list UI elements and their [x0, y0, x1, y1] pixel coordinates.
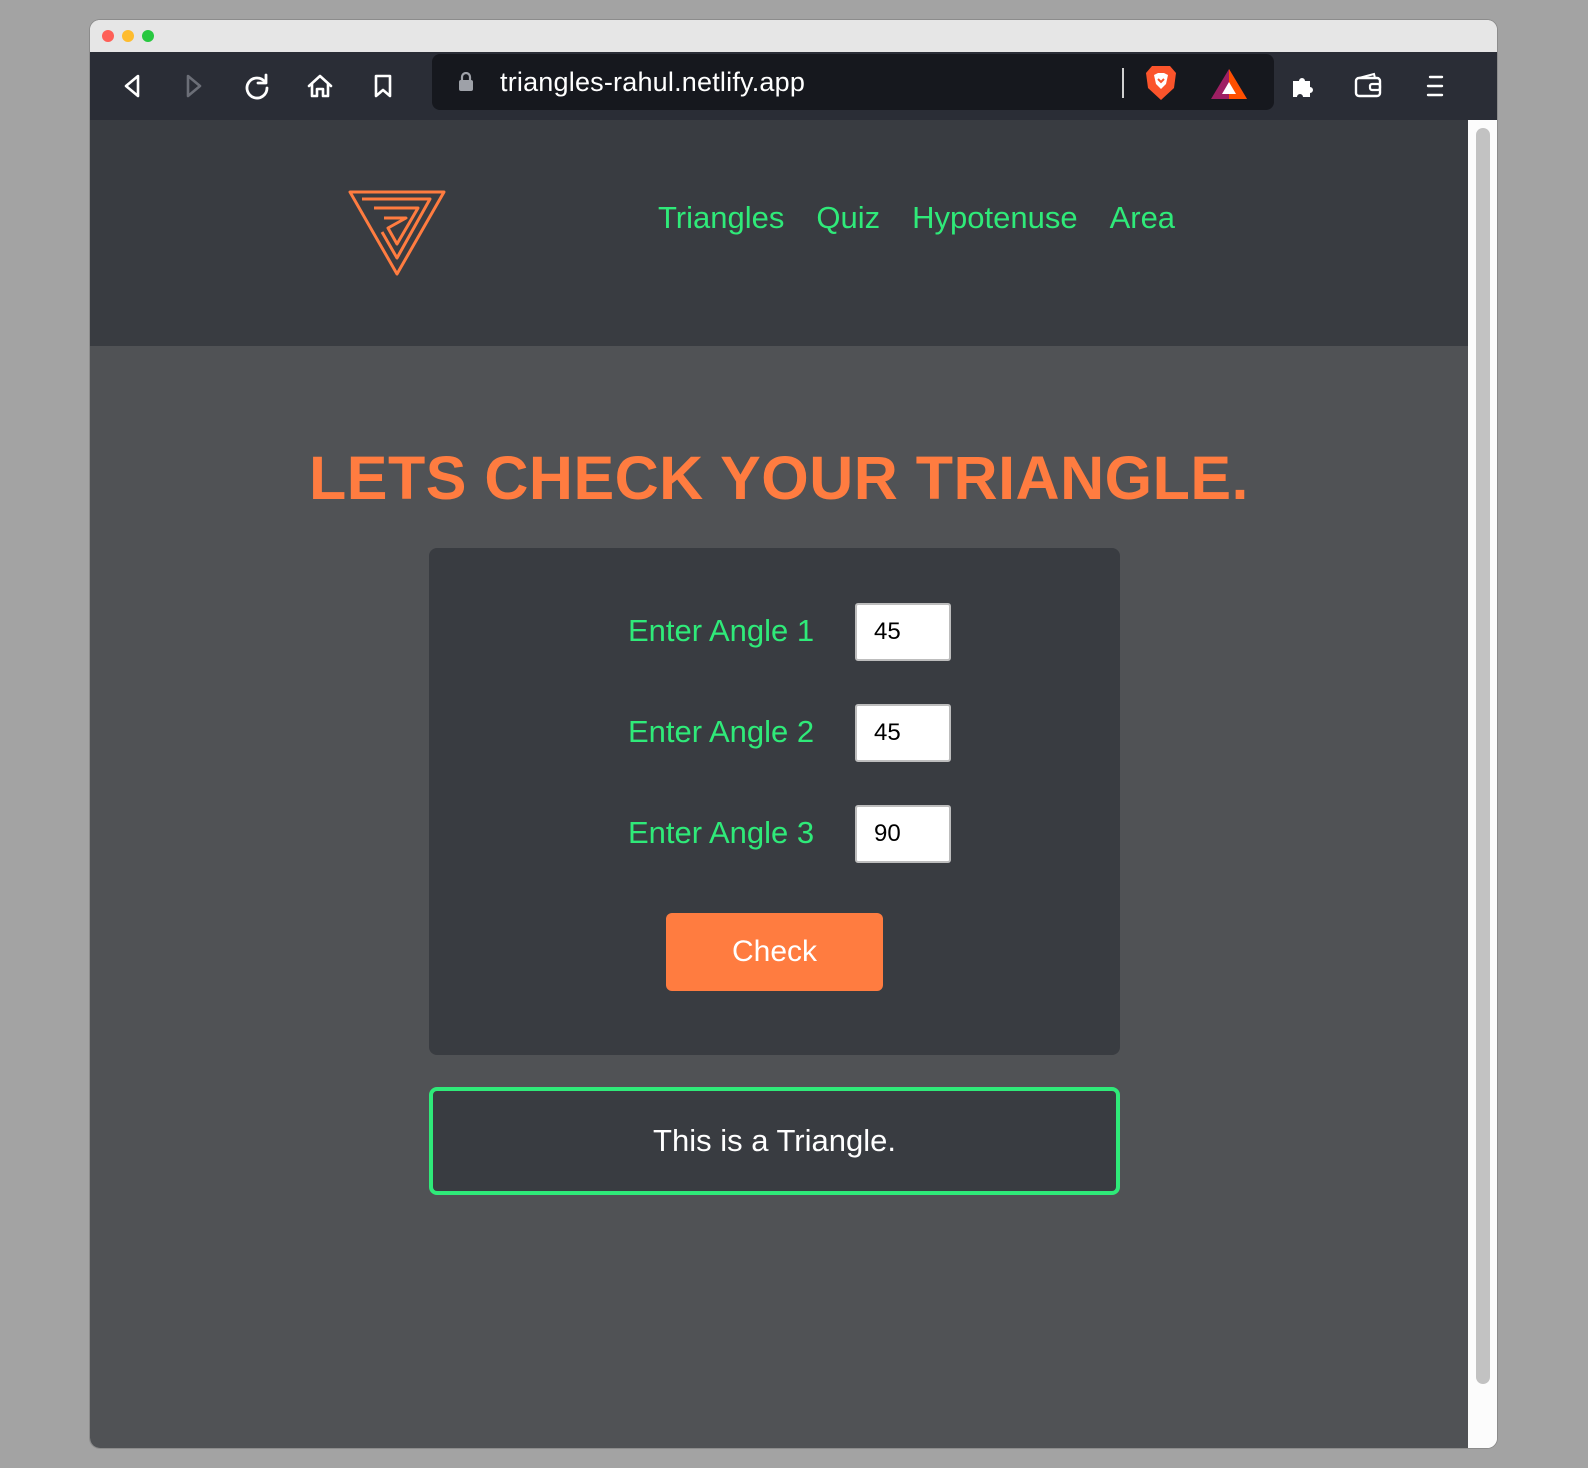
window-titlebar — [90, 20, 1497, 52]
extensions-icon — [1293, 78, 1313, 97]
result-message: This is a Triangle. — [653, 1123, 896, 1158]
wallet-button[interactable] — [1348, 66, 1388, 106]
angle-3-row: Enter Angle 3 — [429, 805, 1120, 865]
nav-link-hypotenuse[interactable]: Hypotenuse — [912, 200, 1077, 236]
home-button[interactable] — [300, 66, 340, 106]
wallet-icon — [1354, 72, 1382, 98]
angle-2-row: Enter Angle 2 — [429, 704, 1120, 764]
window-minimize-button[interactable] — [122, 30, 134, 42]
bookmark-button[interactable] — [363, 66, 403, 106]
angle-form-card: Enter Angle 1 Enter Angle 2 Enter Angle … — [429, 548, 1120, 1055]
impossible-triangle-logo-icon[interactable] — [348, 190, 446, 281]
vertical-scrollbar[interactable] — [1468, 120, 1497, 1448]
home-icon — [307, 74, 333, 98]
window-maximize-button[interactable] — [142, 30, 154, 42]
forward-icon — [186, 74, 202, 98]
nav-link-area[interactable]: Area — [1110, 200, 1175, 236]
brave-shield-icon[interactable] — [1144, 64, 1178, 107]
angle-2-input[interactable] — [855, 704, 951, 762]
angle-3-input[interactable] — [855, 805, 951, 863]
menu-button[interactable] — [1415, 66, 1455, 106]
address-bar-divider — [1122, 68, 1124, 98]
main-nav: Triangles Quiz Hypotenuse Area — [658, 200, 1175, 236]
window-close-button[interactable] — [102, 30, 114, 42]
back-button[interactable] — [112, 66, 152, 106]
back-icon — [124, 74, 140, 98]
nav-link-triangles[interactable]: Triangles — [658, 200, 784, 236]
angle-1-label: Enter Angle 1 — [628, 613, 815, 648]
nav-link-quiz[interactable]: Quiz — [816, 200, 880, 236]
address-bar[interactable]: triangles-rahul.netlify.app — [432, 54, 1274, 110]
extensions-button[interactable] — [1282, 66, 1322, 106]
forward-button[interactable] — [174, 66, 214, 106]
browser-toolbar: triangles-rahul.netlify.app — [90, 52, 1497, 120]
reload-icon — [245, 73, 269, 100]
bat-rewards-icon[interactable] — [1210, 68, 1248, 105]
bookmark-icon — [374, 74, 392, 98]
page-viewport: Triangles Quiz Hypotenuse Area LETS CHEC… — [90, 120, 1468, 1448]
page-title: LETS CHECK YOUR TRIANGLE. — [309, 444, 1249, 512]
site-header: Triangles Quiz Hypotenuse Area — [90, 120, 1468, 346]
scrollbar-thumb[interactable] — [1476, 128, 1490, 1384]
reload-button[interactable] — [237, 66, 277, 106]
angle-2-label: Enter Angle 2 — [628, 714, 815, 749]
menu-icon — [1426, 75, 1444, 97]
result-box: This is a Triangle. — [429, 1087, 1120, 1195]
angle-3-label: Enter Angle 3 — [628, 815, 815, 850]
url-text: triangles-rahul.netlify.app — [500, 67, 806, 97]
lock-icon — [458, 71, 474, 97]
check-button[interactable]: Check — [666, 913, 883, 991]
angle-1-row: Enter Angle 1 — [429, 603, 1120, 663]
browser-window: triangles-rahul.netlify.app Triangles Qu… — [90, 20, 1497, 1448]
angle-1-input[interactable] — [855, 603, 951, 661]
